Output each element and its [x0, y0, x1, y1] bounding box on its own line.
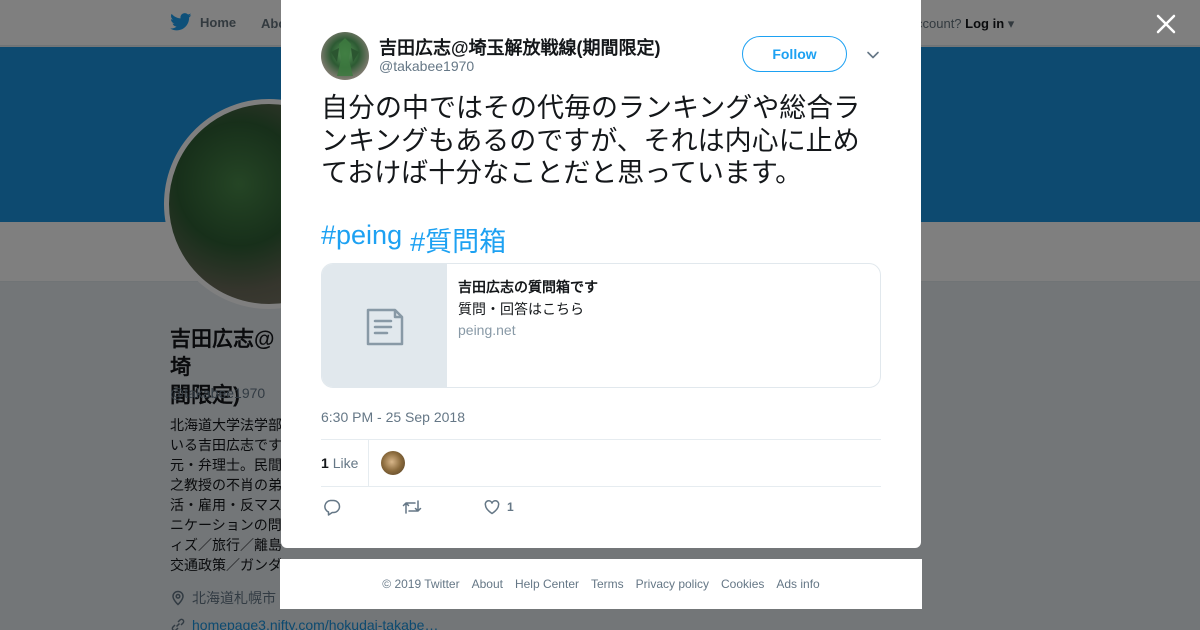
- heart-icon: [484, 500, 500, 515]
- reply-button[interactable]: [323, 498, 341, 516]
- card-description: 質問・回答はこちら: [458, 301, 584, 317]
- likes-label: Like: [332, 455, 359, 471]
- tweet-stats: 1 Like: [321, 439, 881, 487]
- footer-copyright: © 2019 Twitter: [382, 577, 460, 591]
- tweet-author-handle[interactable]: @takabee1970: [379, 58, 474, 74]
- reply-icon: [324, 499, 341, 516]
- retweet-button[interactable]: [402, 498, 422, 516]
- tweet-hashtags: #peing #質問箱: [321, 220, 506, 259]
- likes-count: 1: [321, 455, 329, 471]
- likes-stat[interactable]: 1 Like: [321, 455, 358, 471]
- document-icon: [366, 308, 403, 345]
- link-card[interactable]: 吉田広志の質問箱です 質問・回答はこちら peing.net: [321, 263, 881, 388]
- follow-button[interactable]: Follow: [742, 36, 847, 72]
- stats-divider: [368, 440, 369, 487]
- footer-link-privacy[interactable]: Privacy policy: [636, 577, 709, 591]
- avatar-figure-icon: [331, 38, 359, 76]
- liker-avatar[interactable]: [381, 451, 405, 475]
- tweet-author-name[interactable]: 吉田広志@埼玉解放戦線(期間限定): [379, 34, 661, 60]
- like-button[interactable]: 1: [483, 498, 514, 516]
- close-button[interactable]: [1150, 8, 1182, 40]
- card-thumbnail: [322, 264, 447, 387]
- tweet-actions: 1: [321, 498, 881, 518]
- tweet-text: 自分の中ではその代毎のランキングや総合ランキングもあるのですが、それは内心に止め…: [321, 93, 861, 188]
- close-icon: [1156, 14, 1176, 34]
- tweet-modal: 吉田広志@埼玉解放戦線(期間限定) @takabee1970 Follow 自分…: [281, 0, 921, 548]
- footer-link-about[interactable]: About: [472, 577, 503, 591]
- hashtag-link[interactable]: #peing: [321, 220, 402, 259]
- tweet-author-avatar[interactable]: [321, 32, 369, 80]
- chevron-down-icon: [867, 51, 879, 59]
- like-action-count: 1: [507, 500, 514, 514]
- footer-link-help-center[interactable]: Help Center: [515, 577, 579, 591]
- footer-link-terms[interactable]: Terms: [591, 577, 624, 591]
- card-domain: peing.net: [458, 322, 516, 338]
- modal-footer: © 2019 Twitter About Help Center Terms P…: [280, 559, 922, 609]
- footer-link-ads-info[interactable]: Ads info: [776, 577, 819, 591]
- footer-link-cookies[interactable]: Cookies: [721, 577, 764, 591]
- retweet-icon: [402, 500, 422, 514]
- tweet-timestamp[interactable]: 6:30 PM - 25 Sep 2018: [321, 409, 465, 425]
- hashtag-link[interactable]: #質問箱: [410, 220, 506, 259]
- card-title: 吉田広志の質問箱です: [458, 279, 598, 295]
- tweet-menu-button[interactable]: [865, 47, 881, 63]
